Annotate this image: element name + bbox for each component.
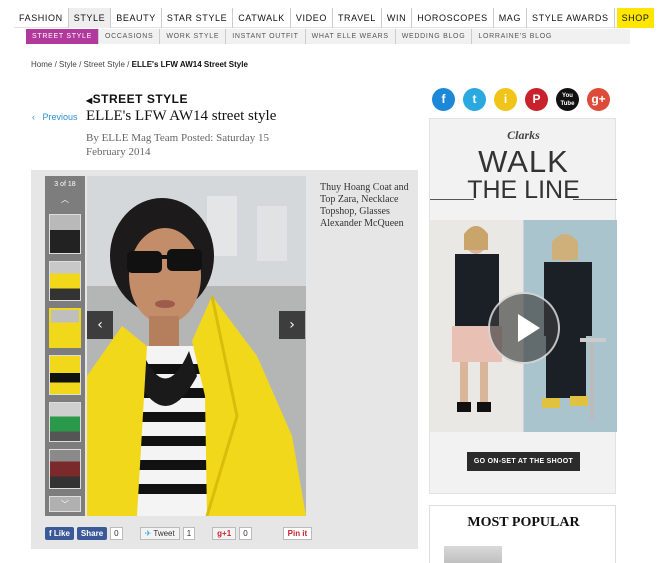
triangle-left-icon: ◀ — [86, 96, 93, 105]
instagram-icon[interactable]: i — [494, 88, 517, 111]
facebook-icon[interactable]: f — [432, 88, 455, 111]
section-kicker[interactable]: ◀STREET STYLE — [86, 92, 188, 106]
nav-style-awards[interactable]: STYLE AWARDS — [527, 7, 615, 28]
chevron-left-icon: ‹ — [32, 112, 35, 122]
video-play-button[interactable] — [488, 292, 560, 364]
google-plus-count: 0 — [239, 527, 252, 540]
nav-catwalk[interactable]: CATWALK — [233, 7, 291, 28]
subnav-what-elle-wears[interactable]: WHAT ELLE WEARS — [306, 29, 396, 44]
ad-rule — [430, 199, 474, 200]
clarks-advert[interactable]: Clarks WALK THE LINE GO ON-SET AT THE SH… — [429, 118, 617, 494]
page-title: ELLE's LFW AW14 street style — [86, 108, 277, 124]
subnav-street-style[interactable]: STREET STYLE — [26, 29, 100, 44]
most-popular-title: MOST POPULAR — [467, 515, 580, 530]
chevron-right-icon: › — [289, 317, 295, 333]
google-plus-icon[interactable]: g+ — [587, 88, 610, 111]
ad-rule — [573, 199, 617, 200]
gallery-thumbnail[interactable] — [49, 449, 81, 489]
youtube-icon[interactable]: You Tube — [556, 88, 579, 111]
pinterest-icon[interactable]: P — [525, 88, 548, 111]
nav-video[interactable]: VIDEO — [291, 7, 333, 28]
nav-style[interactable]: STYLE — [68, 7, 112, 28]
street-style-photo — [87, 176, 306, 516]
breadcrumb: Home / Style / Street Style / ELLE's LFW… — [31, 60, 248, 69]
nav-fashion[interactable]: FASHION — [14, 7, 69, 28]
breadcrumb-home[interactable]: Home — [31, 60, 52, 69]
ad-headline-the-line: THE LINE — [467, 176, 580, 204]
breadcrumb-style[interactable]: Style — [59, 60, 77, 69]
next-photo-button[interactable]: › — [279, 311, 305, 339]
pinterest-button[interactable]: Pin it — [282, 527, 313, 540]
tweet-count: 1 — [182, 527, 196, 540]
nav-horoscopes[interactable]: HOROSCOPES — [412, 7, 494, 28]
ad-brand-logo: Clarks — [507, 128, 540, 142]
subnav-wedding-blog[interactable]: WEDDING BLOG — [396, 29, 473, 44]
subnav-instant-outfit[interactable]: INSTANT OUTFIT — [226, 29, 306, 44]
share-bar: f Like Share 0 ✈ Tweet 1 g+1 0 Pin it — [45, 527, 313, 540]
photo-gallery: 3 of 18 ︿ ﹀ ‹ › Thuy Hoang Coat and Top … — [31, 170, 418, 549]
nav-star-style[interactable]: STAR STYLE — [162, 7, 234, 28]
sub-nav: STREET STYLE OCCASIONS WORK STYLE INSTAN… — [26, 29, 630, 44]
twitter-icon[interactable]: t — [463, 88, 486, 111]
byline: By ELLE Mag Team Posted: Saturday 15 Feb… — [86, 132, 269, 158]
nav-mag[interactable]: MAG — [494, 7, 528, 28]
gallery-thumbnail[interactable] — [49, 214, 81, 254]
chevron-left-icon: ‹ — [97, 317, 103, 333]
subnav-occasions[interactable]: OCCASIONS — [99, 29, 161, 44]
social-links: f t i P You Tube g+ — [432, 88, 610, 111]
google-plus-button[interactable]: g+1 — [212, 527, 237, 540]
tweet-label: Tweet — [153, 529, 175, 538]
prev-photo-button[interactable]: ‹ — [87, 311, 113, 339]
nav-shop[interactable]: SHOP — [616, 7, 655, 28]
chevron-down-icon[interactable]: ﹀ — [45, 499, 85, 510]
chevron-up-icon[interactable]: ︿ — [45, 194, 85, 205]
gallery-thumbnail[interactable] — [49, 402, 81, 442]
main-nav: FASHION STYLE BEAUTY STAR STYLE CATWALK … — [14, 7, 655, 28]
ad-video-still — [430, 220, 617, 432]
nav-beauty[interactable]: BEAUTY — [111, 7, 162, 28]
facebook-like-button[interactable]: f Like — [45, 527, 74, 540]
nav-travel[interactable]: TRAVEL — [333, 7, 382, 28]
ad-headline-walk: WALK — [478, 144, 569, 179]
main-photo — [87, 176, 306, 516]
gallery-counter: 3 of 18 — [54, 181, 76, 188]
subnav-work-style[interactable]: WORK STYLE — [160, 29, 227, 44]
kicker-label: STREET STYLE — [92, 92, 188, 106]
previous-label: Previous — [42, 112, 78, 122]
breadcrumb-current: ELLE's LFW AW14 Street Style — [131, 60, 248, 69]
gallery-thumbnail[interactable] — [49, 308, 81, 348]
photo-caption: Thuy Hoang Coat and Top Zara, Necklace T… — [320, 182, 409, 229]
thumbnail-strip: 3 of 18 ︿ ﹀ — [45, 176, 85, 516]
most-popular-panel: MOST POPULAR — [429, 505, 616, 563]
ad-cta-button[interactable]: GO ON-SET AT THE SHOOT — [467, 452, 580, 471]
breadcrumb-separator: / — [79, 60, 82, 69]
facebook-share-button[interactable]: Share — [76, 527, 108, 540]
previous-link[interactable]: ‹ Previous — [32, 112, 78, 122]
breadcrumb-separator: / — [54, 60, 57, 69]
breadcrumb-street-style[interactable]: Street Style — [84, 60, 125, 69]
like-label: Like — [53, 529, 70, 538]
gallery-thumbnail[interactable] — [49, 261, 81, 301]
subnav-lorraines-blog[interactable]: LORRAINE'S BLOG — [472, 29, 558, 44]
popular-article-thumbnail[interactable] — [444, 546, 502, 563]
gallery-thumbnail[interactable] — [49, 355, 81, 395]
breadcrumb-separator: / — [127, 60, 130, 69]
tweet-button[interactable]: ✈ Tweet — [139, 527, 180, 540]
facebook-count: 0 — [110, 527, 123, 540]
nav-win[interactable]: WIN — [382, 7, 413, 28]
